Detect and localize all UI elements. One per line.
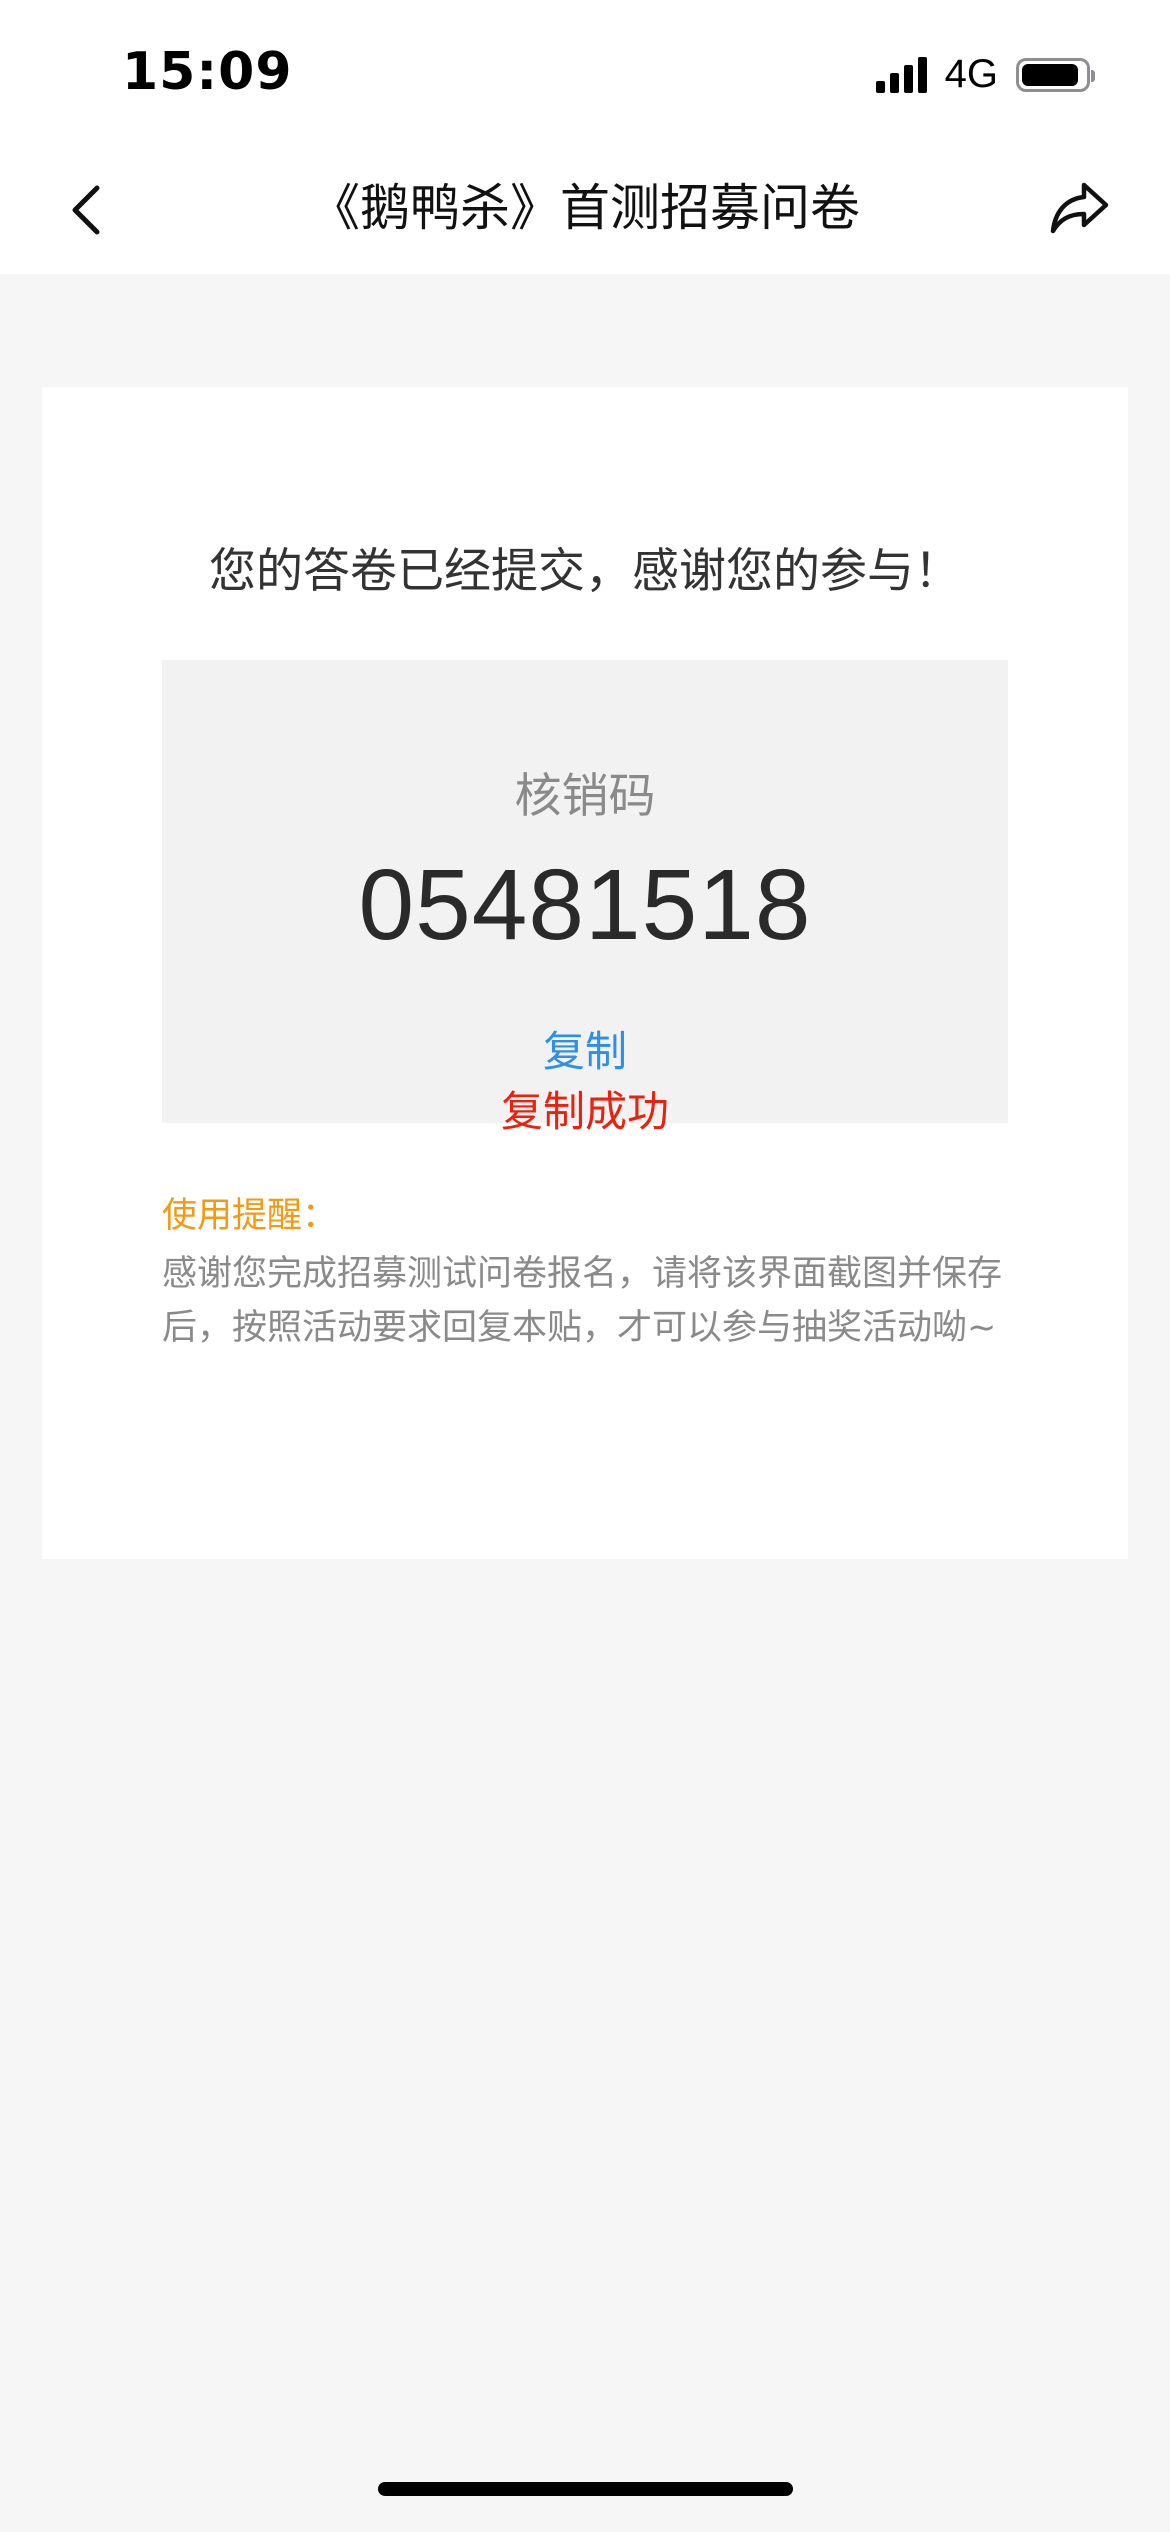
battery-level	[1022, 63, 1078, 86]
home-indicator[interactable]	[378, 2482, 793, 2496]
battery-icon	[1016, 57, 1095, 92]
submission-success-message: 您的答卷已经提交，感谢您的参与！	[209, 544, 961, 599]
status-indicators: 4G	[875, 52, 1095, 97]
verification-code-box: 核销码 05481518 复制 复制成功	[162, 660, 1008, 1136]
status-time: 15:09	[122, 42, 293, 102]
share-button[interactable]	[1040, 168, 1120, 248]
copy-success-message: 复制成功	[500, 1087, 669, 1136]
chevron-left-icon	[72, 185, 100, 235]
verification-code-label: 核销码	[514, 769, 656, 824]
usage-tips-body: 感谢您完成招募测试问卷报名，请将该界面截图并保存后，按照活动要求回复本贴，才可以…	[162, 1254, 1003, 1348]
verification-code-value: 05481518	[358, 849, 812, 961]
network-type: 4G	[944, 52, 998, 96]
share-icon	[1050, 182, 1109, 234]
usage-tips-title: 使用提醒：	[162, 1196, 338, 1236]
copy-button[interactable]: 复制	[162, 1018, 1008, 1079]
status-bar: 15:09 4G	[0, 0, 1170, 150]
cellular-signal-icon	[875, 56, 927, 93]
navigation-bar: 《鹅鸭杀》首测招募问卷	[0, 150, 1170, 274]
back-button[interactable]	[50, 170, 120, 250]
result-card: 您的答卷已经提交，感谢您的参与！ 核销码 05481518 复制 复制成功 使用…	[42, 387, 1128, 1559]
page-title: 《鹅鸭杀》首测招募问卷	[310, 179, 860, 237]
